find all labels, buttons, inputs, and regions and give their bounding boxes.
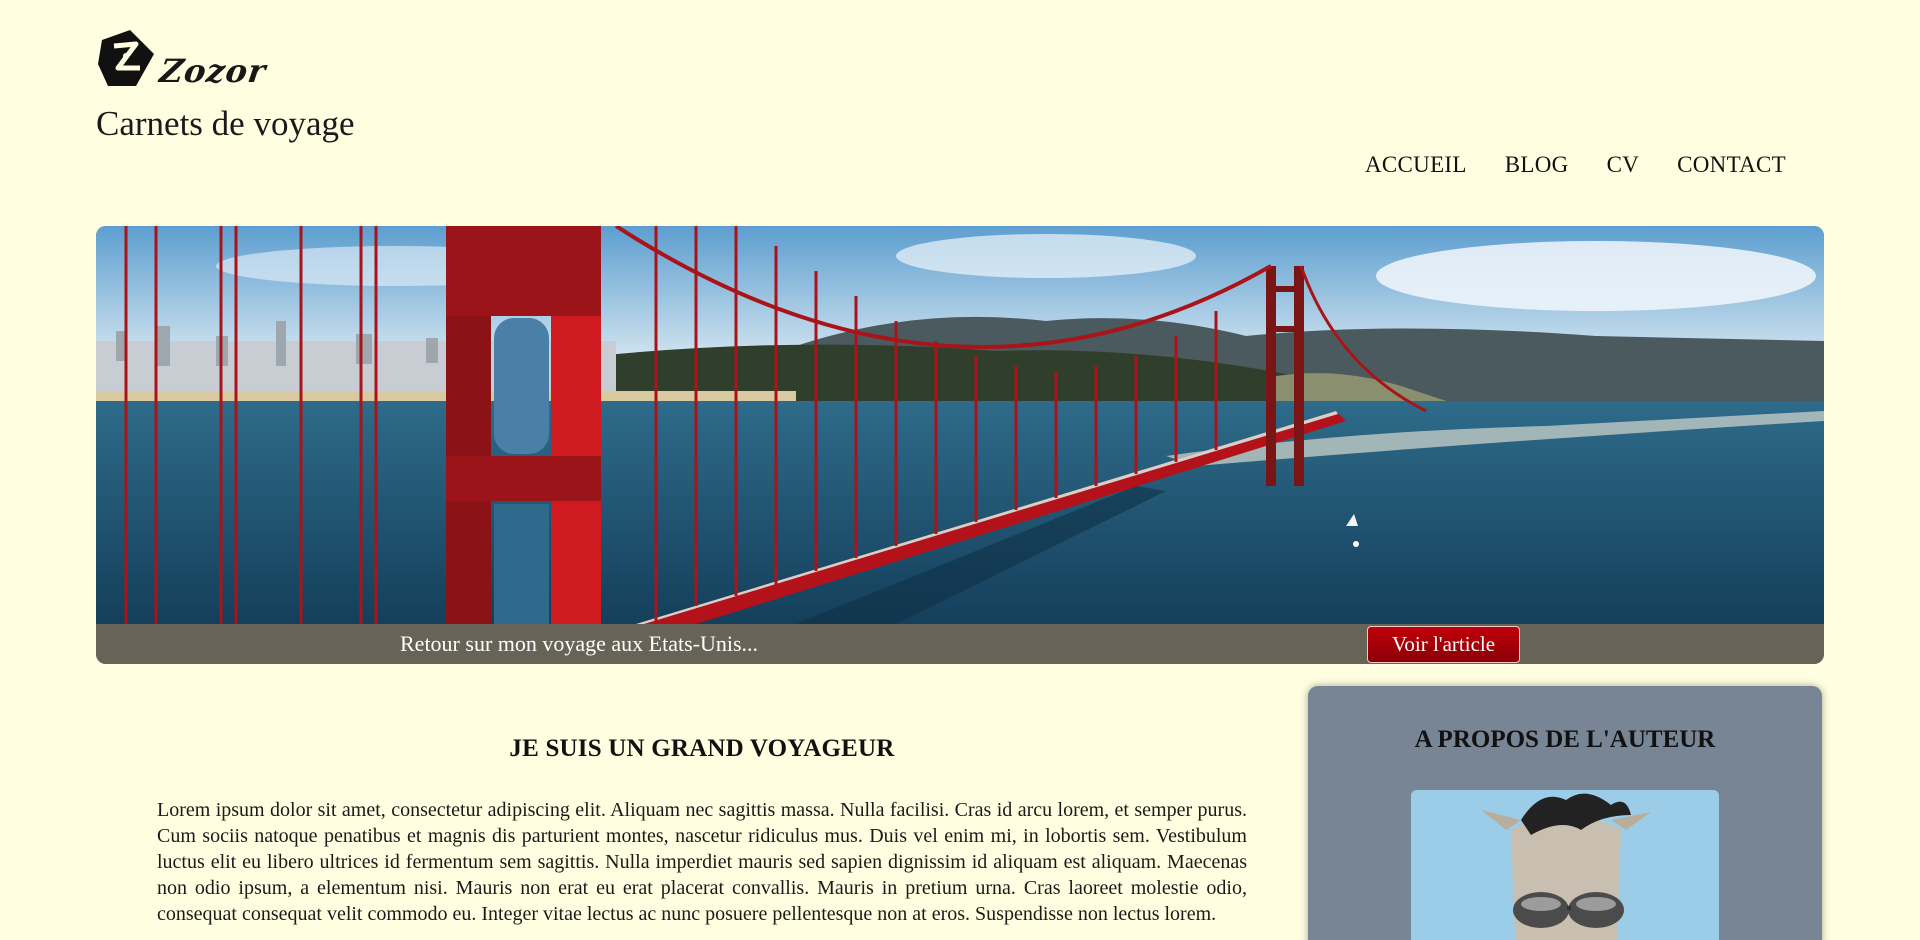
- author-sidebar: A PROPOS DE L'AUTEUR: [1308, 686, 1822, 940]
- page: Zozor Carnets de voyage ACCUEIL BLOG CV …: [0, 0, 1920, 940]
- zozor-logo-icon: [98, 30, 154, 86]
- article-body: Lorem ipsum dolor sit amet, consectetur …: [157, 799, 1247, 925]
- zozor-avatar-icon: [1411, 790, 1719, 940]
- banner-image: [96, 226, 1824, 624]
- nav-item-cv[interactable]: CV: [1607, 152, 1640, 178]
- nav-item-blog[interactable]: BLOG: [1505, 152, 1569, 178]
- nav-item-accueil[interactable]: ACCUEIL: [1365, 152, 1467, 178]
- banner-caption: Retour sur mon voyage aux Etats-Unis...: [400, 631, 759, 656]
- sidebar-title: A PROPOS DE L'AUTEUR: [1414, 726, 1716, 753]
- article-title: JE SUIS UN GRAND VOYAGEUR: [509, 735, 895, 762]
- banner-caption-bar: Retour sur mon voyage aux Etats-Unis... …: [96, 624, 1824, 664]
- banner: Retour sur mon voyage aux Etats-Unis... …: [96, 226, 1824, 664]
- nav-item-contact[interactable]: CONTACT: [1677, 152, 1786, 178]
- logo-text: Zozor: [157, 52, 269, 90]
- author-avatar: [1411, 790, 1719, 940]
- site-logo[interactable]: Zozor: [96, 28, 269, 90]
- main-nav: ACCUEIL BLOG CV CONTACT: [1365, 152, 1786, 178]
- view-article-button[interactable]: Voir l'article: [1367, 626, 1520, 663]
- site-title: Carnets de voyage: [96, 104, 355, 143]
